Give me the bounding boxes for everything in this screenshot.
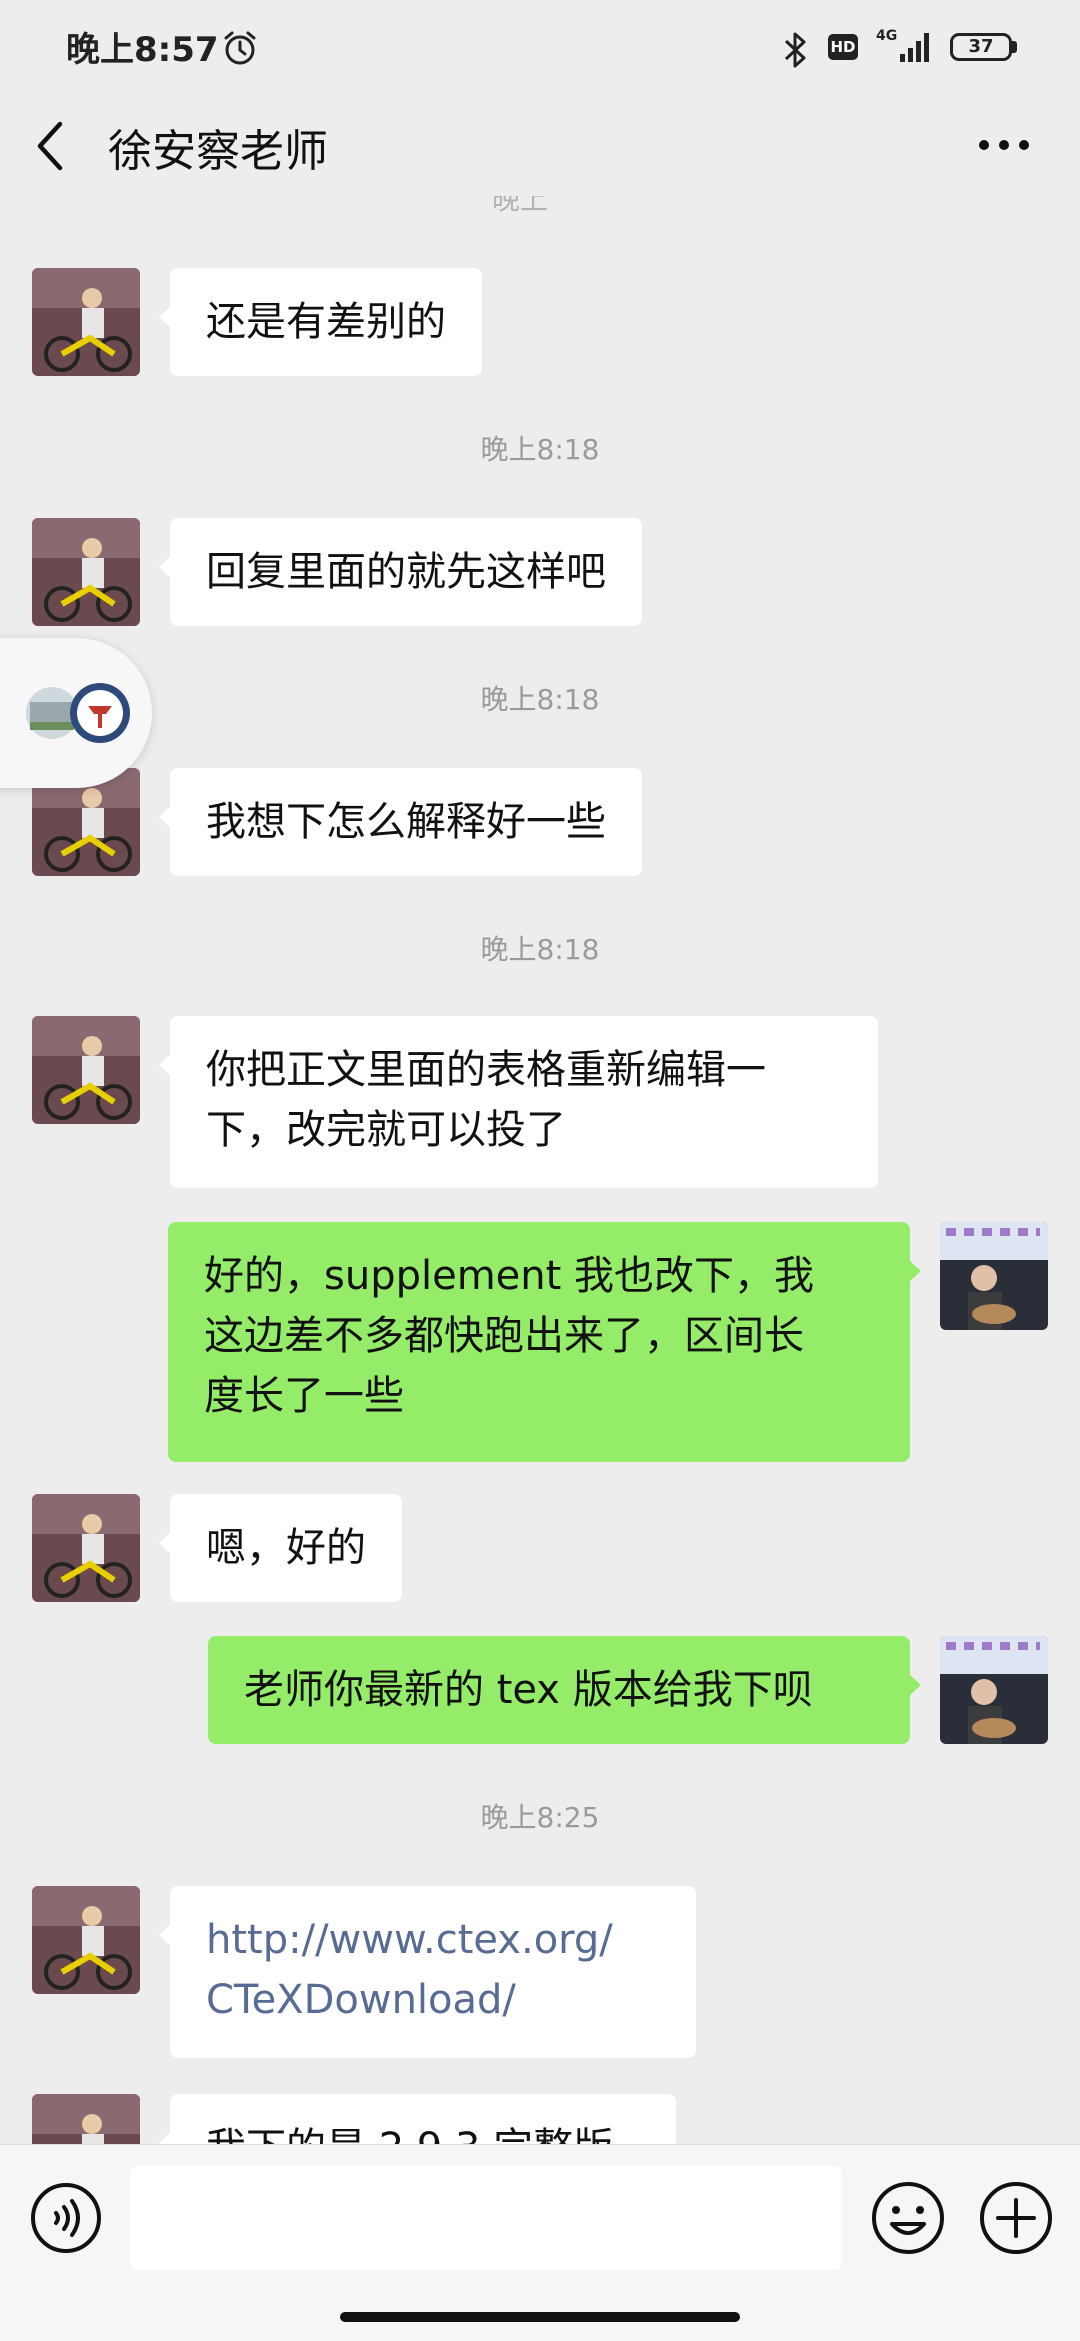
avatar-photo-icon — [32, 518, 140, 626]
message-input[interactable] — [130, 2166, 842, 2270]
avatar-teacher[interactable] — [32, 518, 140, 626]
voice-input-icon[interactable] — [30, 2182, 102, 2254]
message-text: 还是有差别的 — [206, 299, 446, 345]
timestamp: 晚上8:18 — [480, 433, 600, 466]
back-chevron-icon[interactable] — [30, 118, 70, 174]
message-text-line: 度长了一些 — [204, 1373, 404, 1419]
message-bubble-outgoing[interactable]: 老师你最新的 tex 版本给我下呗 — [208, 1636, 921, 1744]
floating-window-thumbnails-icon[interactable] — [24, 680, 134, 746]
avatar-photo-icon — [32, 1886, 140, 1994]
avatar-teacher[interactable] — [32, 1494, 140, 1602]
avatar-teacher[interactable] — [32, 268, 140, 376]
message-text: 老师你最新的 tex 版本给我下呗 — [244, 1667, 813, 1713]
plus-icon[interactable] — [978, 2180, 1054, 2256]
hd-badge: HD — [828, 34, 858, 60]
message-text: 我想下怎么解释好一些 — [206, 799, 606, 845]
message-text-line: 好的，supplement 我也改下，我 — [204, 1253, 815, 1299]
message-text-line: 下，改完就可以投了 — [206, 1107, 566, 1153]
avatar-teacher[interactable] — [32, 1016, 140, 1124]
timestamp: 晚上8:18 — [480, 933, 600, 966]
avatar-photo-icon — [32, 268, 140, 376]
avatar-self[interactable] — [940, 1222, 1048, 1330]
alarm-icon — [224, 31, 256, 65]
bluetooth-icon — [784, 32, 806, 68]
avatar-photo-icon — [32, 1016, 140, 1124]
battery-tip — [1012, 41, 1017, 53]
timestamp: 晚上8:25 — [480, 1801, 600, 1834]
message-bubble-link[interactable]: http://www.ctex.org/ CTeXDownload/ — [159, 1886, 696, 2058]
avatar-photo-icon — [940, 1222, 1048, 1330]
more-dots-icon[interactable] — [978, 135, 1030, 155]
home-indicator[interactable] — [340, 2312, 740, 2322]
message-link-line[interactable]: CTeXDownload/ — [206, 1970, 660, 2030]
timestamp: 晚上8:18 — [480, 683, 600, 716]
message-bubble-incoming[interactable]: 还是有差别的 — [159, 268, 482, 376]
message-bubble-incoming[interactable]: 你把正文里面的表格重新编辑一 下，改完就可以投了 — [159, 1016, 878, 1188]
avatar-self[interactable] — [940, 1636, 1048, 1744]
message-bubble-incoming[interactable]: 回复里面的就先这样吧 — [159, 518, 642, 626]
signal-icon — [900, 33, 929, 62]
network-type: 4G — [876, 28, 898, 44]
emoji-icon[interactable] — [870, 2180, 946, 2256]
message-bubble-incoming[interactable]: 嗯，好的 — [159, 1494, 402, 1602]
avatar-teacher[interactable] — [32, 1886, 140, 1994]
avatar-photo-icon — [940, 1636, 1048, 1744]
message-text-line: 这边差不多都快跑出来了，区间长 — [204, 1313, 804, 1359]
avatar-photo-icon — [32, 1494, 140, 1602]
message-text: 嗯，好的 — [206, 1525, 366, 1571]
chat-title: 徐安察老师 — [108, 126, 328, 177]
timestamp-partial: 晚上 — [460, 196, 580, 212]
message-bubble-outgoing[interactable]: 好的，supplement 我也改下，我 这边差不多都快跑出来了，区间长 度长了… — [168, 1222, 921, 1462]
battery-icon: 37 — [950, 33, 1012, 61]
message-text: 回复里面的就先这样吧 — [206, 549, 606, 595]
message-text-line: 你把正文里面的表格重新编辑一 — [206, 1047, 766, 1093]
status-time: 晚上8:57 — [66, 30, 219, 70]
message-link-line[interactable]: http://www.ctex.org/ — [206, 1910, 660, 1970]
message-bubble-incoming[interactable]: 我想下怎么解释好一些 — [159, 768, 642, 876]
